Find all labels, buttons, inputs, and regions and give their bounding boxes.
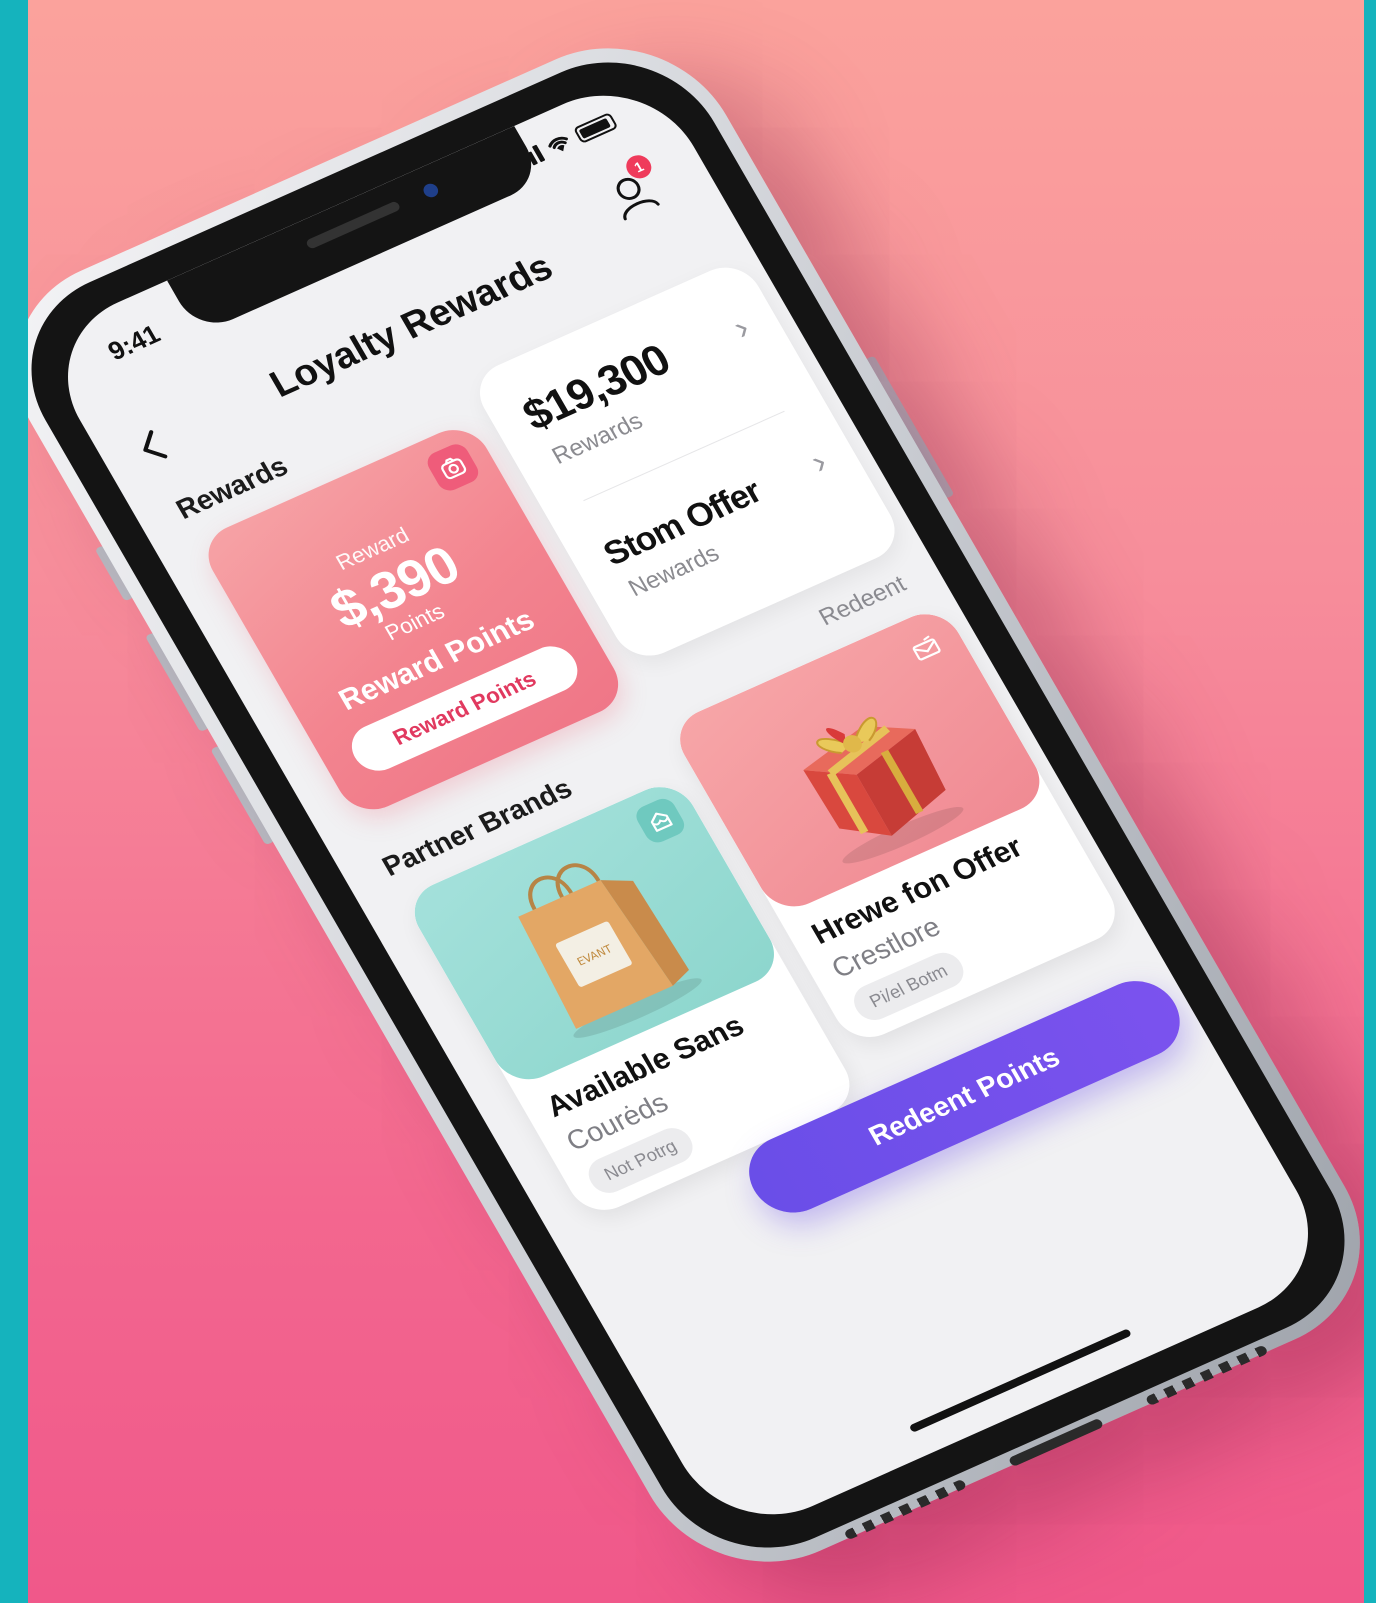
- app-screen: 9:41 1 Loyalty Rewards Rewards Reward $,…: [33, 66, 1343, 1544]
- battery-icon: [572, 112, 619, 144]
- status-time: 9:41: [102, 318, 166, 367]
- background: 9:41 1 Loyalty Rewards Rewards Reward $,…: [28, 0, 1364, 1603]
- speaker-grille: [304, 200, 402, 250]
- phone-device: 9:41 1 Loyalty Rewards Rewards Reward $,…: [28, 10, 1364, 1600]
- camera-icon[interactable]: [423, 440, 483, 495]
- chevron-right-icon: ›: [804, 443, 834, 481]
- wifi-icon: [544, 132, 575, 157]
- chevron-right-icon: ›: [726, 309, 757, 347]
- front-camera: [420, 181, 441, 200]
- phone-bezel: 9:41 1 Loyalty Rewards Rewards Reward $,…: [28, 28, 1364, 1582]
